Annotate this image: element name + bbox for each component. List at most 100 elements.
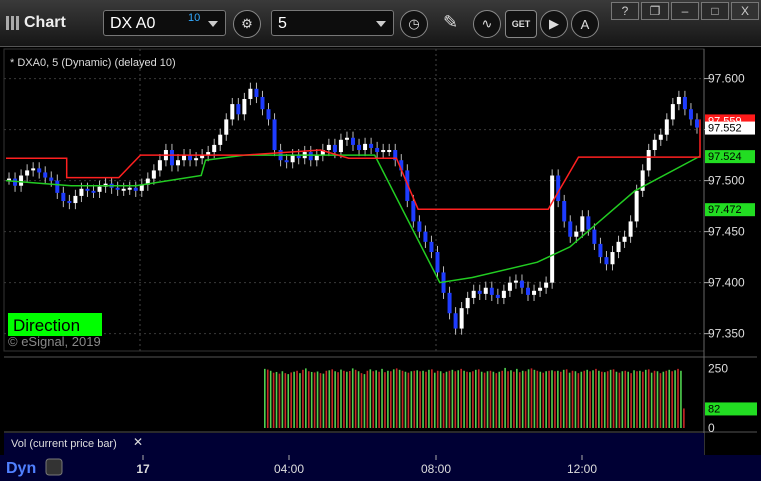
volume-bar <box>548 370 550 428</box>
volume-bar <box>433 372 436 428</box>
volume-bar <box>586 369 588 428</box>
volume-bar <box>536 370 539 428</box>
y-tick-label: 97.450 <box>708 225 745 239</box>
minimize-button[interactable]: – <box>671 2 699 20</box>
close-label: X <box>740 4 749 18</box>
volume-bar <box>346 371 348 428</box>
candle-body <box>429 241 434 253</box>
candle-body <box>592 229 597 244</box>
volume-bar <box>404 371 407 428</box>
get-button[interactable]: GET <box>505 10 537 38</box>
wave-icon: ∿ <box>481 16 493 31</box>
dyn-label: Dyn <box>6 460 36 477</box>
settings-button[interactable]: ⚙ <box>233 10 261 38</box>
candle-body <box>447 292 452 314</box>
help-button[interactable]: ? <box>611 2 639 20</box>
candle-body <box>31 168 36 171</box>
volume-bar <box>621 371 624 428</box>
volume-bar <box>539 371 542 428</box>
candle-body <box>459 308 464 329</box>
maximize-icon: □ <box>711 4 719 18</box>
volume-bar <box>609 369 612 428</box>
time-axis-bar <box>0 455 761 481</box>
candle-body <box>568 221 573 237</box>
volume-bar <box>463 370 465 428</box>
candle-body <box>507 282 512 291</box>
volume-bar <box>671 371 673 428</box>
candle-body <box>169 150 174 166</box>
candle-body <box>544 282 549 288</box>
lock-icon[interactable] <box>45 458 63 476</box>
volume-bar <box>498 371 501 428</box>
volume-bar <box>316 371 319 428</box>
candle-body <box>532 290 537 295</box>
volume-bar <box>636 371 638 428</box>
volume-bar <box>571 370 574 428</box>
time-tick-label: 04:00 <box>274 462 304 476</box>
volume-bar <box>513 371 515 428</box>
volume-bar <box>627 371 630 428</box>
candle-body <box>501 290 506 298</box>
volume-bar <box>266 369 269 428</box>
candle-body <box>616 241 621 253</box>
volume-bar <box>495 373 498 428</box>
candle-body <box>212 144 217 153</box>
candle-body <box>598 243 603 258</box>
volume-bar <box>422 370 424 428</box>
interval-dropdown[interactable]: 5 <box>271 10 394 36</box>
candle-body <box>550 175 555 283</box>
candle-body <box>260 96 265 110</box>
candle-body <box>574 231 579 237</box>
close-panel-icon[interactable]: ✕ <box>133 435 143 449</box>
volume-bar <box>483 372 486 428</box>
alert-button[interactable]: A <box>571 10 599 38</box>
volume-bar <box>650 372 653 428</box>
chevron-down-icon <box>376 21 386 27</box>
chevron-down-icon <box>208 21 218 27</box>
volume-bar <box>275 371 278 428</box>
restore-icon: ❐ <box>649 4 661 18</box>
restore-button[interactable]: ❐ <box>641 2 669 20</box>
volume-bar <box>518 372 521 428</box>
volume-bar <box>480 371 483 428</box>
volume-bar <box>524 371 527 428</box>
candle-body <box>326 144 331 151</box>
symbol-dropdown[interactable]: DX A0 10 <box>103 10 226 36</box>
candle-body <box>375 147 380 153</box>
candle-body <box>85 188 90 191</box>
volume-bar <box>677 368 679 428</box>
volume-bar <box>428 369 430 428</box>
volume-bar <box>577 373 580 428</box>
volume-bar <box>583 370 586 428</box>
volume-bar <box>656 371 659 428</box>
volume-bar <box>287 374 290 428</box>
interval-value: 5 <box>278 15 287 32</box>
candle-body <box>562 201 567 222</box>
draw-pencil-icon[interactable]: ✎ <box>443 12 458 33</box>
candle-body <box>489 287 494 295</box>
volume-bar <box>407 372 410 428</box>
time-button[interactable]: ◷ <box>400 10 428 38</box>
candle-body <box>646 150 651 171</box>
study-button[interactable]: ∿ <box>473 10 501 38</box>
candle-body <box>61 192 66 202</box>
candle-body <box>652 139 657 151</box>
volume-bar <box>278 373 281 428</box>
maximize-button[interactable]: □ <box>701 2 729 20</box>
volume-bar <box>486 371 489 428</box>
volume-bars <box>264 367 685 428</box>
close-button[interactable]: X <box>731 2 759 20</box>
volume-bar <box>431 369 433 428</box>
volume-bar <box>589 371 591 428</box>
volume-bar <box>565 369 568 428</box>
volume-bar <box>454 371 457 428</box>
volume-bar <box>328 370 331 428</box>
candle-body <box>97 186 102 192</box>
y-tick-label: 97.350 <box>708 327 745 341</box>
volume-bar <box>401 370 404 428</box>
play-button[interactable]: ▶ <box>540 10 568 38</box>
chart-canvas[interactable]: 97.60097.55097.50097.45097.40097.350 250… <box>0 46 761 481</box>
candle-body <box>73 195 78 204</box>
volume-bar <box>475 369 477 428</box>
volume-bar <box>375 370 377 428</box>
